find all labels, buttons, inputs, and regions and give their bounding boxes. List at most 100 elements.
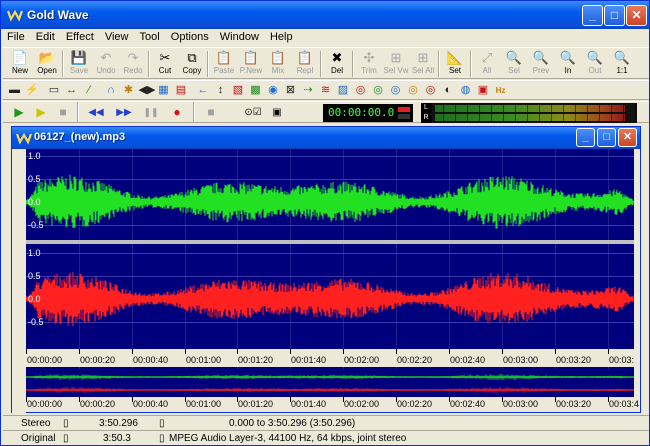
main-title-bar[interactable]: Gold Wave _ □ ✕ <box>1 1 649 29</box>
effect-tool-icon[interactable]: ◐ <box>441 83 456 98</box>
toolbar-save-button[interactable]: 💾 Save <box>66 49 92 79</box>
stop-record-button[interactable]: ■ <box>201 104 221 121</box>
doc-maximize-button[interactable]: □ <box>597 128 616 147</box>
close-button[interactable]: ✕ <box>626 5 647 26</box>
effect-tool-icon[interactable]: ◉ <box>266 83 281 98</box>
amp-label: 1.0 <box>28 151 41 161</box>
effect-tool-icon[interactable]: ↔ <box>64 83 79 98</box>
effect-tool-icon[interactable]: ← <box>196 83 211 98</box>
menu-tool[interactable]: Tool <box>136 30 164 43</box>
toolbar-open-button[interactable]: 📂 Open <box>34 49 60 79</box>
menu-edit[interactable]: Edit <box>32 30 59 43</box>
toolbar-all-button[interactable]: ⤢ All <box>474 49 500 79</box>
toolbar-button-label: Open <box>37 66 57 75</box>
channel-divider[interactable] <box>26 240 634 244</box>
effect-tool-icon[interactable]: ▨ <box>336 83 351 98</box>
toolbar-prev-button[interactable]: 🔍 Prev <box>528 49 554 79</box>
effect-tool-icon[interactable]: ◎ <box>406 83 421 98</box>
overview-time-ruler[interactable]: 00:00:00 00:00:20 00:00:40 00:01:00 00:01:20… <box>26 397 639 411</box>
play-selection-button[interactable]: ▶ <box>31 104 51 121</box>
effect-tool-icon[interactable]: ▧ <box>231 83 246 98</box>
toolbar-button-label: Undo <box>96 66 116 75</box>
toolbar-repl-icon: 📋 <box>296 50 314 65</box>
effect-tool-icon[interactable]: ↕ <box>213 83 228 98</box>
toolbar-undo-button[interactable]: ↶ Undo <box>93 49 119 79</box>
ruler-label: 00:00:40 <box>133 399 169 409</box>
visual-icon[interactable]: ▣ <box>265 104 289 121</box>
effect-tool-icon[interactable]: ◀▶ <box>139 83 156 98</box>
ruler-label: 00:02:00 <box>344 399 380 409</box>
doc-close-button[interactable]: ✕ <box>618 128 637 147</box>
waveform-view[interactable]: 1.0 0.5 0.0 -0.5 1.0 0.5 0.0 -0.5 <box>26 149 634 375</box>
play-button[interactable]: ▶ <box>9 104 29 121</box>
effect-tool-icon[interactable]: ⊠ <box>283 83 298 98</box>
toolbar-mix-button[interactable]: 📋 Mix <box>265 49 291 79</box>
menu-effect[interactable]: Effect <box>62 30 98 43</box>
effect-tool-icon[interactable]: ▦ <box>156 83 171 98</box>
toolbar-cut-button[interactable]: ✂ Cut <box>152 49 178 79</box>
effect-tool-icon[interactable]: ⚡ <box>25 83 40 98</box>
effect-tool-icon[interactable]: ⇢ <box>301 83 316 98</box>
toolbar-button-label: Trim <box>361 66 377 75</box>
toolbar-sel-vw-button[interactable]: ⊞ Sel Vw <box>383 49 409 79</box>
effect-tool-icon[interactable]: ▩ <box>248 83 263 98</box>
toolbar-set-button[interactable]: 📐 Set <box>442 49 468 79</box>
ruler-label: 00:01:20 <box>238 399 274 409</box>
minimize-button[interactable]: _ <box>582 5 603 26</box>
record-button[interactable]: ● <box>167 104 187 121</box>
menu-view[interactable]: View <box>101 30 133 43</box>
toolbar-button-label: Prev <box>532 66 550 75</box>
effect-tool-icon[interactable]: ▤ <box>174 83 189 98</box>
effect-tool-icon[interactable]: ◍ <box>458 83 473 98</box>
ruler-label: 00:01:20 <box>238 355 274 365</box>
ruler-label: 00:03:20 <box>556 355 592 365</box>
toolbar-p-new-button[interactable]: 📋 P.New <box>238 49 264 79</box>
ruler-label: 00:00:00 <box>27 355 63 365</box>
overview-waveform[interactable] <box>26 369 634 397</box>
maximize-button[interactable]: □ <box>604 5 625 26</box>
toolbar-trim-button[interactable]: ✣ Trim <box>356 49 382 79</box>
toolbar-new-button[interactable]: 📄 New <box>7 49 33 79</box>
device-controls-icon[interactable]: ⊙☑ <box>243 104 263 121</box>
menu-window[interactable]: Window <box>216 30 263 43</box>
time-ruler[interactable]: 00:00:00 00:00:20 00:00:40 00:01:00 00:01:20… <box>26 349 634 367</box>
effect-tool-icon[interactable]: ∕ <box>82 83 97 98</box>
toolbar-repl-button[interactable]: 📋 Repl <box>292 49 318 79</box>
effect-tool-icon[interactable]: ∩ <box>104 83 119 98</box>
toolbar-out-icon: 🔍 <box>586 50 604 65</box>
effect-tool-icon[interactable]: ≋ <box>318 83 333 98</box>
toolbar-copy-button[interactable]: ⧉ Copy <box>179 49 205 79</box>
toolbar-1-1-button[interactable]: 🔍 1:1 <box>609 49 635 79</box>
stop-button[interactable]: ■ <box>53 104 73 121</box>
separator <box>470 51 472 77</box>
document-title-bar[interactable]: 06127_(new).mp3 _ □ ✕ <box>12 127 640 149</box>
effect-tool-icon[interactable]: ✱ <box>121 83 136 98</box>
pause-button[interactable]: ❚❚ <box>141 104 161 121</box>
effect-tool-icon[interactable]: ▭ <box>47 83 62 98</box>
separator <box>207 51 209 77</box>
toolbar-sel-all-button[interactable]: ⊞ Sel All <box>410 49 436 79</box>
toolbar-redo-button[interactable]: ↷ Redo <box>120 49 146 79</box>
effect-tool-icon[interactable]: ◎ <box>371 83 386 98</box>
record-indicator-icon <box>398 107 410 119</box>
document-window: 06127_(new).mp3 _ □ ✕ 1.0 0.5 0.0 -0.5 1… <box>11 126 641 413</box>
toolbar-in-button[interactable]: 🔍 In <box>555 49 581 79</box>
app-title: Gold Wave <box>27 8 89 22</box>
toolbar-out-button[interactable]: 🔍 Out <box>582 49 608 79</box>
toolbar-sel-button[interactable]: 🔍 Sel <box>501 49 527 79</box>
effect-tool-icon[interactable]: ▬ <box>7 83 22 98</box>
menu-file[interactable]: File <box>3 30 29 43</box>
rewind-button[interactable]: ◀◀ <box>83 104 109 121</box>
effect-tool-icon[interactable]: ◎ <box>423 83 438 98</box>
toolbar-copy-icon: ⧉ <box>187 50 197 65</box>
effect-tool-icon[interactable]: ◎ <box>388 83 403 98</box>
effect-tool-icon[interactable]: ▣ <box>476 83 491 98</box>
effect-tool-icon[interactable]: ◎ <box>353 83 368 98</box>
menu-options[interactable]: Options <box>167 30 213 43</box>
menu-help[interactable]: Help <box>266 30 297 43</box>
toolbar-del-button[interactable]: ✖ Del <box>324 49 350 79</box>
effect-tool-icon[interactable]: Hz <box>493 83 508 98</box>
doc-minimize-button[interactable]: _ <box>576 128 595 147</box>
toolbar-paste-button[interactable]: 📋 Paste <box>211 49 237 79</box>
fast-forward-button[interactable]: ▶▶ <box>111 104 137 121</box>
